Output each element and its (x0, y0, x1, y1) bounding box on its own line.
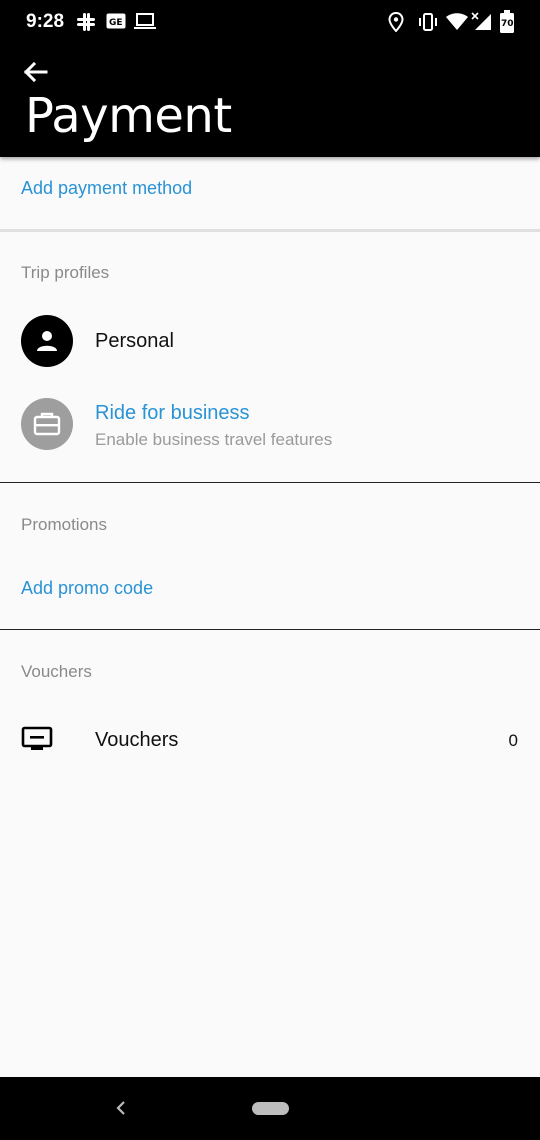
signal-icon (471, 12, 493, 37)
back-button[interactable] (18, 54, 54, 90)
svg-text:GE: GE (109, 18, 123, 28)
ride-for-business-title: Ride for business (95, 402, 250, 424)
business-card-icon (21, 398, 73, 450)
location-icon (388, 11, 404, 37)
section-divider (0, 629, 540, 630)
laptop-icon (134, 13, 156, 36)
vouchers-count: 0 (508, 731, 518, 750)
person-icon (21, 315, 73, 367)
status-bar: 9:28 GE 70 (0, 0, 540, 44)
status-time: 9:28 (26, 11, 65, 32)
battery-icon: 70 (499, 10, 515, 39)
slack-icon (76, 12, 96, 37)
vouchers-row[interactable]: Vouchers 0 (0, 706, 540, 774)
add-payment-method-row[interactable]: Add payment method (0, 158, 540, 230)
arrow-left-icon (23, 61, 48, 83)
voucher-icon (21, 726, 53, 757)
nav-back-button[interactable] (110, 1097, 132, 1119)
nav-home-button[interactable] (252, 1102, 289, 1115)
section-divider (0, 482, 540, 483)
personal-label: Personal (95, 330, 174, 352)
wifi-icon (446, 12, 468, 37)
ride-for-business-row[interactable]: Ride for business Enable business travel… (0, 388, 540, 468)
page-title: Payment (25, 88, 232, 144)
trip-profiles-header: Trip profiles (21, 263, 110, 282)
app-bar: Payment (0, 44, 540, 157)
personal-profile-row[interactable]: Personal (0, 305, 540, 377)
add-payment-method-link[interactable]: Add payment method (21, 178, 192, 199)
chevron-left-icon (116, 1101, 125, 1115)
section-divider (0, 229, 540, 232)
battery-level: 70 (501, 19, 514, 29)
ride-for-business-subtitle: Enable business travel features (95, 430, 333, 449)
vouchers-header: Vouchers (21, 662, 92, 681)
vouchers-label: Vouchers (95, 729, 179, 751)
vibrate-icon (417, 12, 439, 37)
news-icon: GE (106, 13, 126, 36)
system-nav-bar (0, 1077, 540, 1140)
add-promo-code-row[interactable]: Add promo code (0, 560, 540, 616)
promotions-header: Promotions (21, 515, 107, 534)
add-promo-code-link[interactable]: Add promo code (21, 578, 153, 599)
